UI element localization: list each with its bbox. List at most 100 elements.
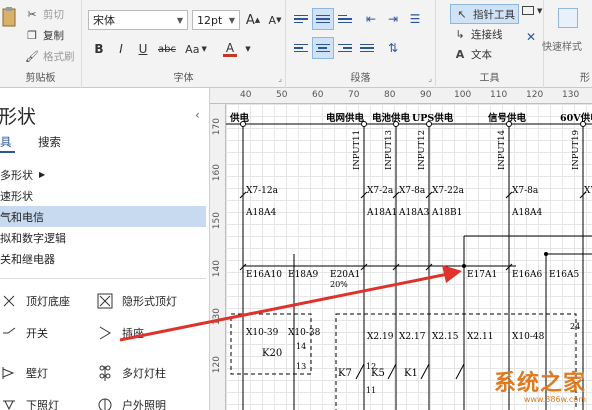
stencil-electrical-telecom[interactable]: 气和电信 — [0, 206, 206, 227]
font-size-select[interactable]: 12pt ▼ — [192, 10, 240, 30]
stencil-more-shapes[interactable]: 多形状 ▶ — [0, 164, 206, 185]
terminal-label: E20A1 — [330, 270, 361, 280]
input-label: INPUT14 — [497, 130, 507, 171]
shape-label: 开关 — [26, 327, 48, 340]
format-painter-label: 格式刷 — [43, 50, 75, 63]
justify-button[interactable] — [356, 37, 378, 59]
font-color-button[interactable]: A — [216, 38, 244, 60]
tools-group-label: 工具 — [479, 73, 500, 84]
change-case-button[interactable]: Aa ▼ — [182, 38, 210, 60]
ruler-tick-label: 60 — [312, 90, 324, 100]
shape-downlight[interactable]: 下照灯 — [0, 396, 59, 410]
terminal-label: E16A6 — [512, 270, 543, 280]
font-color-bar — [223, 53, 237, 57]
active-tab-underline — [0, 151, 15, 153]
stencil-quick-shapes[interactable]: 速形状 — [0, 185, 206, 206]
cut-button[interactable]: ✂ 剪切 — [24, 6, 64, 22]
quick-styles-icon — [558, 8, 578, 28]
change-case-label: Aa — [185, 42, 200, 56]
shape-switch[interactable]: 开关 — [0, 324, 48, 342]
relay-label: K7 — [338, 368, 352, 379]
shape-ceiling-light-base[interactable]: 顶灯底座 — [0, 292, 70, 310]
shape-label: 多灯灯柱 — [122, 367, 166, 380]
stencil-analog-digital-logic[interactable]: 拟和数字逻辑 — [0, 227, 206, 248]
grow-font-button[interactable]: A ▲ — [242, 9, 264, 31]
copy-button[interactable]: ❐ 复制 — [24, 27, 64, 43]
text-direction-button[interactable]: ⇅ — [382, 37, 404, 59]
shape-multi-light-pole[interactable]: 多灯灯柱 — [96, 364, 166, 382]
bold-button[interactable]: B — [88, 38, 110, 60]
connector-icon: ↳ — [455, 27, 465, 41]
close-tool-button[interactable]: ✕ — [520, 26, 542, 48]
ruler-tick-label: 120 — [212, 356, 222, 374]
outlet-icon — [96, 324, 114, 342]
pin-number: 12 — [366, 362, 377, 371]
align-right-button[interactable] — [334, 37, 356, 59]
shape-recessed-light[interactable]: 隐形式顶灯 — [96, 292, 177, 310]
font-name-select[interactable]: 宋体 ▼ — [88, 10, 188, 30]
decrease-indent-button[interactable]: ⇤ — [360, 8, 382, 30]
stencil-label: 速形状 — [0, 189, 33, 203]
terminal-label: X2.17 — [399, 332, 426, 342]
chevron-down-icon: ▼ — [176, 15, 183, 25]
pane-divider — [0, 278, 206, 279]
dialog-launcher-icon[interactable]: ⌟ — [278, 74, 282, 83]
font-color-dropdown[interactable]: ▼ — [242, 38, 254, 60]
shape-outdoor-light[interactable]: 户外照明 — [96, 396, 166, 410]
bullets-button[interactable]: ☰ — [404, 8, 426, 30]
pin-number: 11 — [366, 386, 377, 395]
terminal-label: X10-39 — [246, 328, 279, 338]
align-left-button[interactable] — [290, 37, 312, 59]
stencil-switches-relays[interactable]: 关和继电器 — [0, 248, 206, 269]
rectangle-tool-button[interactable]: ▼ — [522, 6, 542, 15]
stencil-label: 气和电信 — [0, 210, 44, 224]
quick-styles-button[interactable] — [558, 8, 578, 28]
paragraph-group: ⇤ ⇥ ☰ ⇅ 段落 ⌟ — [286, 0, 436, 88]
align-top-icon — [294, 14, 308, 24]
format-painter-button[interactable]: 🖌 格式刷 — [24, 48, 75, 64]
tab-more-shapes[interactable]: 具 — [0, 134, 12, 150]
font-group: 宋体 ▼ 12pt ▼ A ▲ A ▼ B I U abc Aa ▼ A ▼ 字体 — [82, 0, 286, 88]
strikethrough-label: abc — [158, 43, 176, 55]
ruler-tick-label: 40 — [240, 90, 252, 100]
align-bottom-icon — [338, 14, 352, 24]
align-middle-button[interactable] — [312, 8, 334, 30]
switch-icon — [0, 324, 18, 342]
vertical-ruler[interactable]: 170 160 150 140 130 120 — [210, 104, 226, 410]
brush-icon: 🖌 — [25, 49, 39, 63]
indent-increase-icon: ⇥ — [387, 12, 399, 26]
ruler-tick-label: 130 — [562, 90, 580, 100]
chevron-down-icon: ▼ — [537, 6, 543, 15]
ruler-tick-label: 110 — [490, 90, 508, 100]
terminal-label: X7-2a — [367, 186, 394, 196]
downlight-icon — [0, 396, 18, 410]
shape-wall-light[interactable]: 壁灯 — [0, 364, 48, 382]
align-center-button[interactable] — [312, 37, 334, 59]
quick-styles-label-wrap[interactable]: 快速样式 — [542, 38, 582, 53]
connector-tool-button[interactable]: ↳ 连接线 — [452, 26, 502, 42]
ruler-tick-label: 150 — [212, 212, 222, 230]
dialog-launcher-icon[interactable]: ⌟ — [428, 74, 432, 83]
terminal-label: A18A4 — [246, 208, 277, 218]
shape-outlet[interactable]: 插座 — [96, 324, 144, 342]
terminal-label: X7-22a — [432, 186, 464, 196]
tab-search[interactable]: 搜索 — [38, 134, 61, 150]
shape-styles-group-label: 形 — [580, 73, 590, 84]
align-bottom-button[interactable] — [334, 8, 356, 30]
shrink-font-button[interactable]: A ▼ — [264, 9, 286, 31]
italic-button[interactable]: I — [110, 38, 132, 60]
strikethrough-button[interactable]: abc — [154, 38, 180, 60]
text-tool-button[interactable]: A 文本 — [452, 46, 492, 62]
pointer-tool-button[interactable]: ↖ 指针工具 — [450, 4, 519, 24]
collapse-pane-icon[interactable]: ‹ — [195, 108, 200, 122]
ruler-tick-label: 70 — [348, 90, 360, 100]
pointer-tool-label: 指针工具 — [473, 8, 515, 21]
paste-button[interactable] — [2, 6, 16, 28]
horizontal-ruler[interactable]: 40 50 60 70 80 90 100 110 120 130 — [210, 88, 592, 104]
underline-button[interactable]: U — [132, 38, 154, 60]
align-top-button[interactable] — [290, 8, 312, 30]
relay-label: K1 — [404, 368, 418, 379]
recessed-light-icon — [96, 292, 114, 310]
clipboard-group: ✂ 剪切 ❐ 复制 🖌 格式刷 剪贴板 — [0, 0, 82, 88]
increase-indent-button[interactable]: ⇥ — [382, 8, 404, 30]
